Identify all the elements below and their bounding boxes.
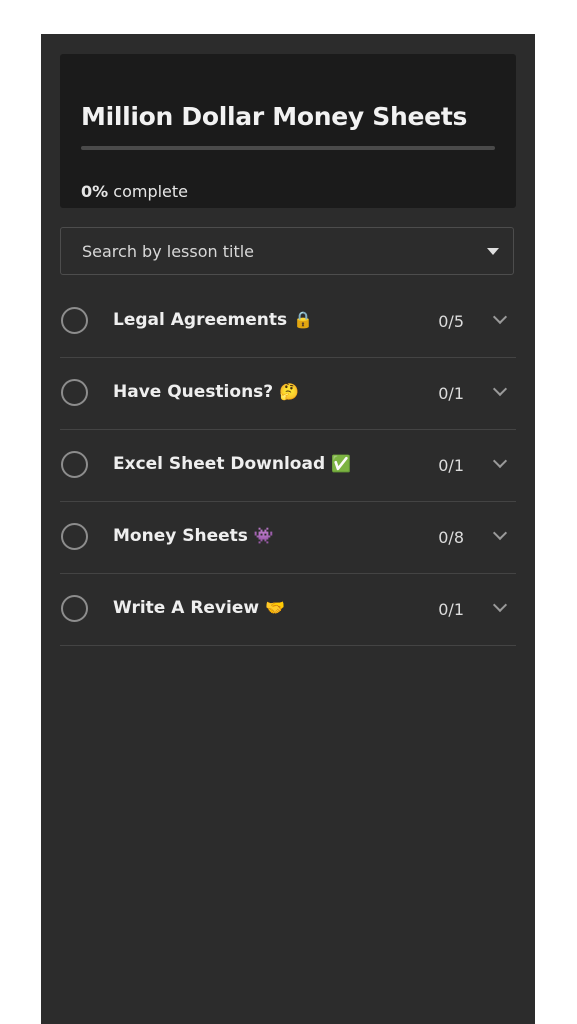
lesson-title-text: Legal Agreements (113, 310, 288, 330)
lesson-progress-count: 0/1 (438, 384, 464, 403)
handshake-icon: 🤝 (265, 598, 285, 617)
chevron-down-icon[interactable] (492, 597, 508, 613)
course-header: Million Dollar Money Sheets 0% complete (60, 54, 516, 208)
space-invader-icon: 👾 (253, 526, 274, 545)
status-circle-icon (61, 307, 88, 334)
chevron-down-icon[interactable] (492, 381, 508, 397)
progress-bar (81, 146, 495, 150)
lesson-row-excel-sheet-download[interactable]: Excel Sheet Download ✅ 0/1 (60, 430, 516, 502)
lock-icon: 🔒 (293, 310, 314, 329)
lesson-row-legal-agreements[interactable]: Legal Agreements 🔒 0/5 (60, 286, 516, 358)
chevron-down-icon[interactable] (492, 309, 508, 325)
lesson-progress-count: 0/5 (438, 312, 464, 331)
lesson-row-have-questions[interactable]: Have Questions? 🤔 0/1 (60, 358, 516, 430)
lesson-title-text: Money Sheets (113, 526, 248, 546)
lesson-row-money-sheets[interactable]: Money Sheets 👾 0/8 (60, 502, 516, 574)
lesson-title: Write A Review 🤝 (113, 598, 285, 618)
lesson-progress-count: 0/1 (438, 600, 464, 619)
check-mark-icon: ✅ (331, 454, 352, 473)
progress-suffix: complete (113, 182, 188, 201)
lesson-progress-count: 0/1 (438, 456, 464, 475)
caret-down-icon (487, 248, 499, 255)
chevron-down-icon[interactable] (492, 453, 508, 469)
lesson-title: Money Sheets 👾 (113, 526, 274, 546)
lesson-title-text: Write A Review (113, 598, 260, 618)
status-circle-icon (61, 451, 88, 478)
status-circle-icon (61, 523, 88, 550)
lesson-search-dropdown[interactable]: Search by lesson title (60, 227, 514, 275)
lesson-title: Have Questions? 🤔 (113, 382, 299, 402)
lesson-progress-count: 0/8 (438, 528, 464, 547)
course-title: Million Dollar Money Sheets (81, 102, 468, 131)
lesson-list: Legal Agreements 🔒 0/5 Have Questions? 🤔 0… (60, 286, 516, 646)
search-placeholder: Search by lesson title (82, 242, 255, 261)
chevron-down-icon[interactable] (492, 525, 508, 541)
lesson-title-text: Excel Sheet Download (113, 454, 326, 474)
course-sidebar: Million Dollar Money Sheets 0% complete … (41, 34, 535, 1024)
status-circle-icon (61, 595, 88, 622)
status-circle-icon (61, 379, 88, 406)
progress-label: 0% complete (81, 182, 188, 201)
lesson-row-write-a-review[interactable]: Write A Review 🤝 0/1 (60, 574, 516, 646)
lesson-title: Legal Agreements 🔒 (113, 310, 313, 330)
progress-percent: 0% (81, 182, 109, 201)
lesson-title: Excel Sheet Download ✅ (113, 454, 351, 474)
thinking-face-icon: 🤔 (279, 382, 300, 401)
lesson-title-text: Have Questions? (113, 382, 274, 402)
